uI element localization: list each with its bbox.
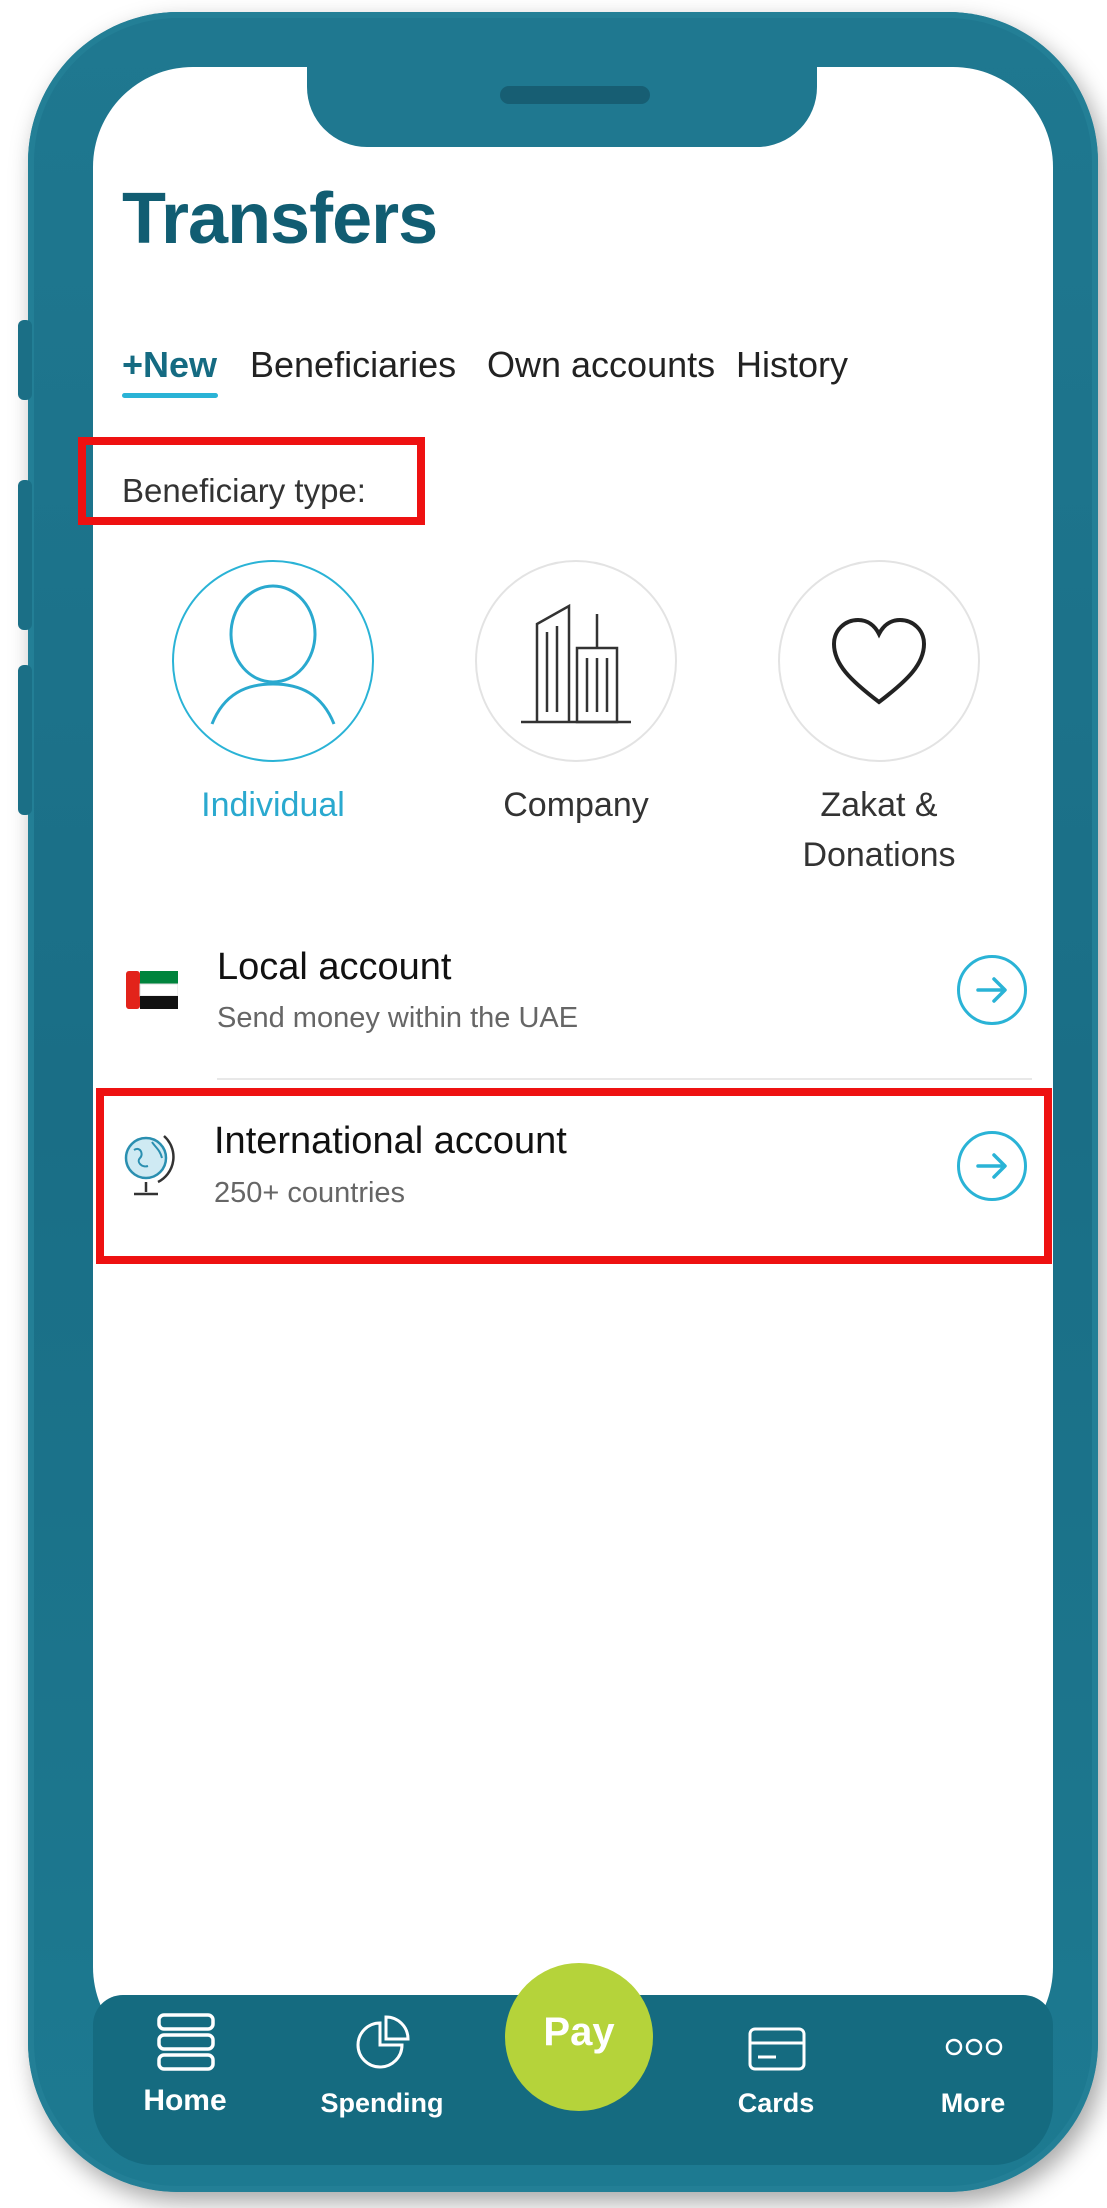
nav-cards-label: Cards: [737, 2088, 815, 2118]
local-account-subtitle: Send money within the UAE: [217, 1002, 579, 1034]
arrow-right-icon[interactable]: [957, 955, 1027, 1025]
side-button: [18, 320, 32, 400]
beneficiary-type-company[interactable]: [475, 560, 677, 762]
speaker: [500, 86, 650, 104]
page-title: Transfers: [122, 179, 438, 259]
nav-home[interactable]: Home: [115, 2005, 255, 2125]
beneficiary-type-zakat[interactable]: [778, 560, 980, 762]
heart-icon: [831, 617, 927, 705]
pie-chart-icon: [356, 2015, 410, 2069]
tab-beneficiaries[interactable]: Beneficiaries: [250, 344, 456, 386]
beneficiary-type-label-zakat: Zakat & Donations: [749, 780, 1009, 880]
arrow-glyph: [976, 1153, 1007, 1179]
international-account-title: International account: [214, 1120, 567, 1162]
notch: [307, 67, 817, 147]
globe-icon: [124, 1135, 175, 1196]
nav-more-label: More: [940, 2088, 1006, 2118]
tab-history[interactable]: History: [736, 344, 848, 386]
person-icon: [210, 584, 336, 725]
side-button: [18, 480, 32, 630]
building-icon: [521, 603, 631, 724]
beneficiary-type-label-company: Company: [503, 786, 649, 824]
arrow-glyph: [976, 977, 1007, 1003]
nav-spending-label: Spending: [320, 2088, 444, 2118]
nav-cards[interactable]: Cards: [706, 2005, 846, 2125]
home-icon: [157, 2013, 215, 2071]
local-account-title: Local account: [217, 946, 452, 988]
nav-more[interactable]: More: [903, 2005, 1043, 2125]
card-icon: [748, 2027, 806, 2071]
nav-home-label: Home: [143, 2084, 227, 2117]
row-divider: [217, 1078, 1032, 1080]
nav-spending[interactable]: Spending: [312, 2005, 452, 2125]
zakat-label-line2: Donations: [802, 836, 956, 874]
more-dots-icon: [945, 2038, 1003, 2056]
side-button: [18, 665, 32, 815]
beneficiary-type-label: Beneficiary type:: [122, 472, 366, 509]
active-tab-indicator: [122, 393, 218, 398]
uae-flag-icon: [126, 971, 178, 1009]
beneficiary-type-label-individual: Individual: [201, 786, 345, 824]
arrow-right-icon[interactable]: [957, 1131, 1027, 1201]
zakat-label-line1: Zakat &: [820, 786, 938, 824]
pay-button-label: Pay: [543, 2010, 615, 2054]
beneficiary-type-individual[interactable]: [172, 560, 374, 762]
international-account-subtitle: 250+ countries: [214, 1177, 406, 1209]
tab-own-accounts[interactable]: Own accounts: [487, 344, 715, 386]
tab-new[interactable]: +New: [122, 344, 217, 386]
